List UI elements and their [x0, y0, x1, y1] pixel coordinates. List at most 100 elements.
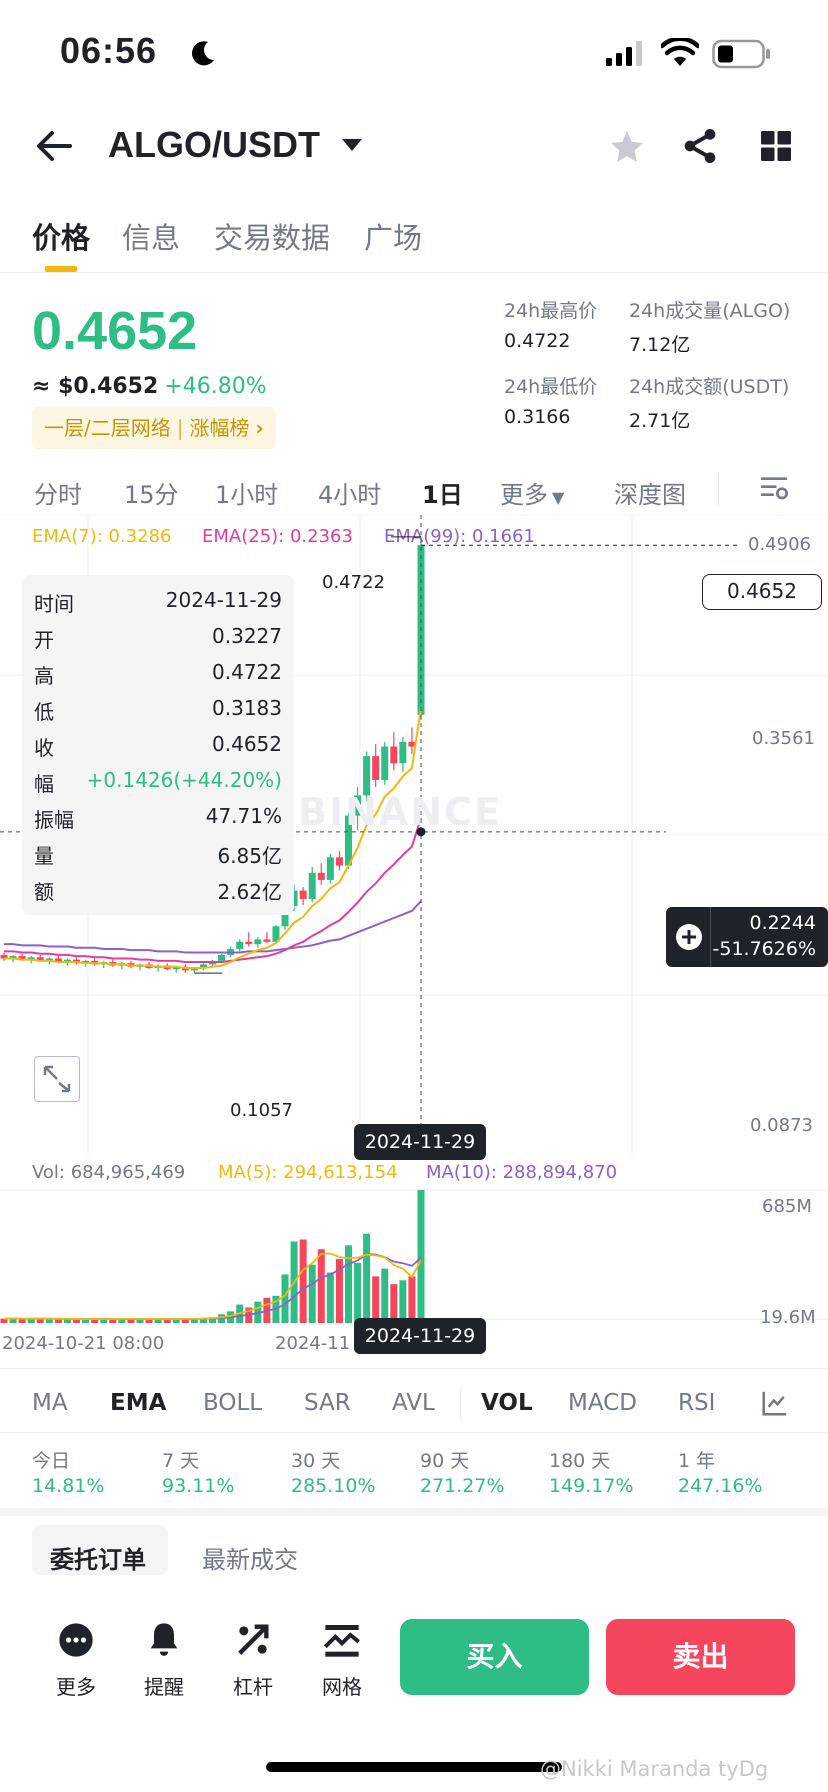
alert-label[interactable]: 提醒: [124, 1671, 204, 1700]
chevron-right-icon: ›: [255, 416, 264, 440]
volume-bar: [399, 1280, 407, 1323]
amount-value: 2.71亿: [629, 410, 691, 432]
pair-title[interactable]: ALGO/USDT: [108, 124, 320, 166]
fullscreen-toggle[interactable]: [34, 1056, 80, 1102]
bell-icon[interactable]: [144, 1620, 184, 1660]
ind-ma[interactable]: MA: [32, 1390, 68, 1416]
volume-bar: [317, 1249, 325, 1323]
perf-90d-value: 271.27%: [420, 1475, 505, 1497]
volume-value: 7.12亿: [629, 334, 691, 356]
tf-15m[interactable]: 15分: [124, 475, 179, 510]
volume-bar: [281, 1274, 289, 1323]
volume-bar: [299, 1239, 307, 1323]
candle-body: [218, 954, 226, 961]
volume-bar: [363, 1233, 371, 1323]
binance-watermark: BINANCE: [298, 790, 502, 834]
candle-body: [254, 939, 262, 945]
ind-ema[interactable]: EMA: [110, 1390, 166, 1416]
tab-square[interactable]: 广场: [364, 215, 422, 257]
low-label: 24h最低价: [504, 376, 598, 398]
perf-today-value: 14.81%: [32, 1475, 105, 1497]
crosshair-price-box[interactable]: 0.2244 -51.7626%: [666, 907, 828, 967]
tag-label: 一层/二层网络: [44, 416, 171, 440]
ind-rsi[interactable]: RSI: [678, 1390, 718, 1416]
share-icon[interactable]: [680, 126, 720, 166]
low-marker-label: 0.1057: [230, 1100, 293, 1121]
ind-macd[interactable]: MACD: [568, 1390, 637, 1416]
sell-button[interactable]: 卖出: [606, 1619, 795, 1695]
info-row-open: 开 0.3227: [34, 624, 282, 652]
tf-1h[interactable]: 1小时: [215, 475, 278, 510]
tab-latest-trades[interactable]: 最新成交: [202, 1540, 298, 1575]
pair-dropdown-icon[interactable]: [340, 136, 364, 154]
tf-depth[interactable]: 深度图: [614, 475, 686, 510]
tf-more[interactable]: 更多 ▼: [500, 475, 564, 510]
perf-30d-label: 30 天: [291, 1450, 341, 1472]
back-arrow-icon[interactable]: [30, 122, 78, 170]
tab-price[interactable]: 价格: [32, 215, 90, 257]
vol-ma10-label: MA(10): 288,894,870: [426, 1162, 618, 1183]
info-row-amount: 额 2.62亿: [34, 880, 282, 904]
volume-bar: [372, 1276, 380, 1323]
candle-body: [299, 890, 307, 899]
home-indicator[interactable]: [266, 1762, 562, 1772]
indicator-settings-icon[interactable]: [760, 1388, 790, 1418]
low-value: 0.3166: [504, 406, 571, 428]
last-price: 0.4652: [32, 301, 198, 361]
candle-body: [390, 746, 398, 764]
x-axis-start: 2024-10-21 08:00: [2, 1333, 165, 1354]
ind-sar[interactable]: SAR: [304, 1390, 351, 1416]
tab-open-orders[interactable]: 委托订单: [50, 1540, 146, 1575]
perf-180d-value: 149.17%: [549, 1475, 634, 1497]
perf-7d-label: 7 天: [162, 1450, 200, 1472]
info-row-close: 收 0.4652: [34, 732, 282, 760]
vol-label: Vol: 684,965,469: [32, 1162, 186, 1183]
divider: [0, 1432, 828, 1433]
ind-boll[interactable]: BOLL: [203, 1390, 262, 1416]
volume-bar: [45, 1319, 53, 1323]
tf-4h[interactable]: 4小时: [318, 475, 381, 510]
leverage-label[interactable]: 杠杆: [213, 1671, 293, 1700]
candle-body: [317, 872, 325, 880]
ind-vol[interactable]: VOL: [481, 1390, 533, 1416]
crosshair-price: 0.2244: [749, 912, 816, 934]
volume-bar: [326, 1272, 334, 1323]
more-icon[interactable]: [56, 1620, 96, 1660]
volume-bar: [408, 1276, 416, 1323]
tf-1d[interactable]: 1日: [422, 475, 463, 510]
last-price-tag: 0.4652: [702, 574, 822, 610]
perf-180d-label: 180 天: [549, 1450, 611, 1472]
info-row-volume: 量 6.85亿: [34, 844, 282, 868]
perf-90d-label: 90 天: [420, 1450, 470, 1472]
high-marker-label: 0.4722: [322, 572, 385, 593]
volume-bar: [381, 1268, 389, 1323]
tab-trade-data[interactable]: 交易数据: [214, 215, 330, 257]
cellular-signal-icon: [606, 41, 642, 66]
leverage-icon[interactable]: [233, 1620, 273, 1660]
wifi-icon: [661, 38, 699, 66]
candle-body: [399, 741, 407, 764]
price-usd: ≈ $0.4652: [32, 374, 159, 399]
info-row-amplitude: 振幅 47.71%: [34, 804, 282, 832]
tab-info[interactable]: 信息: [122, 215, 180, 257]
vol-axis-bottom: 19.6M: [760, 1307, 816, 1328]
divider: [0, 1368, 828, 1369]
chart-settings-icon[interactable]: [758, 472, 790, 504]
candle-body: [326, 857, 334, 880]
more-label[interactable]: 更多: [36, 1671, 116, 1700]
favorite-star-icon[interactable]: [608, 128, 646, 166]
buy-button[interactable]: 买入: [400, 1619, 589, 1695]
vol-axis-top: 685M: [762, 1196, 812, 1217]
info-row-high: 高 0.4722: [34, 660, 282, 688]
add-order-icon[interactable]: [674, 922, 704, 952]
grid-trading-icon[interactable]: [322, 1620, 362, 1660]
caret-down-icon: ▼: [552, 488, 565, 507]
volume-bar: [417, 1190, 425, 1323]
divider: [460, 1388, 461, 1420]
x-axis-mid: 2024-11: [275, 1333, 351, 1354]
category-tag[interactable]: 一层/二层网络 | 涨幅榜 ›: [32, 407, 276, 449]
tf-line[interactable]: 分时: [34, 475, 82, 510]
grid-label[interactable]: 网格: [302, 1671, 382, 1700]
ind-avl[interactable]: AVL: [392, 1390, 435, 1416]
grid-apps-icon[interactable]: [758, 128, 794, 164]
